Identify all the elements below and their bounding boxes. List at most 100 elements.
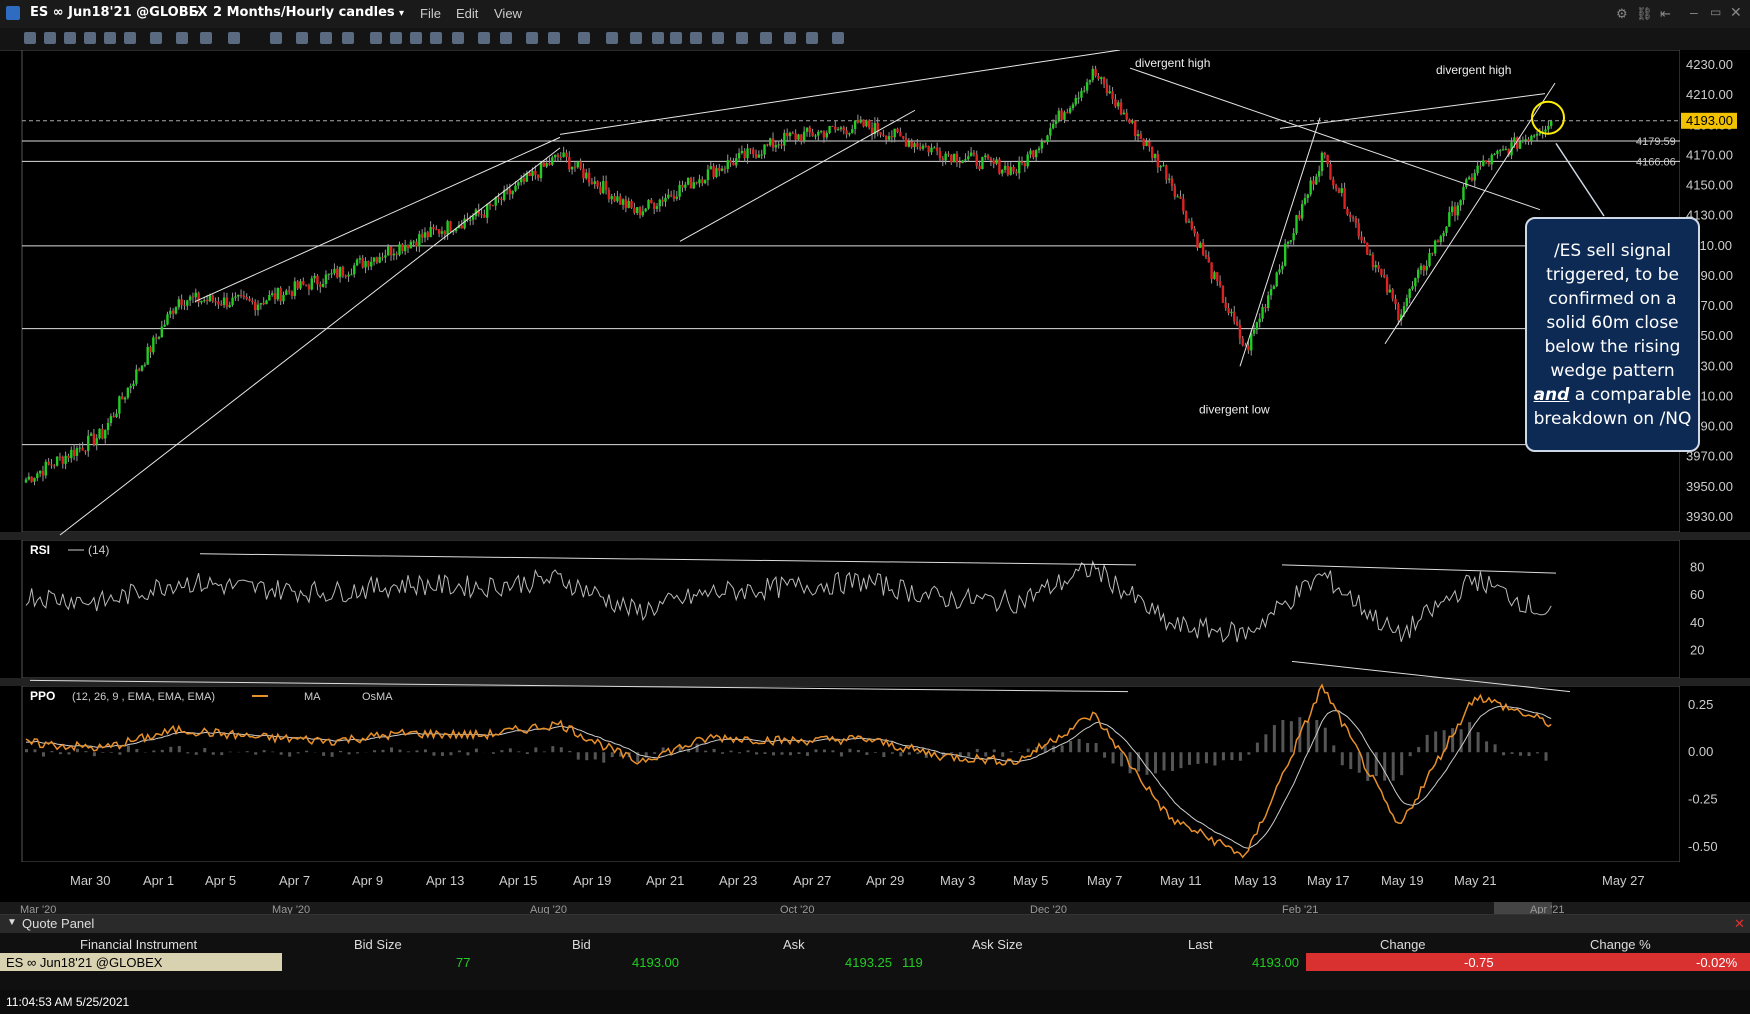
toolbar-tool-icon[interactable] [44,32,56,44]
toolbar-tool-icon[interactable] [526,32,538,44]
candle [1504,148,1508,150]
symbol-dropdown-icon[interactable]: ▾ [194,8,199,19]
toolbar-tool-icon[interactable] [690,32,702,44]
candle [38,470,42,474]
menu-file[interactable]: File [420,6,441,21]
candle [636,207,639,213]
pin-icon[interactable]: ⇤ [1660,6,1671,22]
navigator[interactable] [0,902,1750,914]
candle [234,296,237,298]
osma-bar [695,743,699,753]
candle [401,244,404,252]
candle [1235,321,1239,326]
panel-splitter[interactable] [0,678,1750,686]
minimize-icon[interactable]: – [1690,4,1698,20]
candle [1349,214,1352,218]
candle [1493,153,1496,155]
toolbar-tool-icon[interactable] [150,32,162,44]
col-last[interactable]: Last [1188,937,1213,952]
candle [933,147,936,149]
col-ask-size[interactable]: Ask Size [972,937,1023,952]
candle [344,275,347,277]
toolbar-tool-icon[interactable] [452,32,464,44]
collapse-icon[interactable]: ▼ [7,917,17,928]
toolbar-tool-icon[interactable] [670,32,682,44]
candle [568,157,571,170]
toolbar-tool-icon[interactable] [390,32,402,44]
candle [1063,112,1066,120]
osma-bar [254,752,258,755]
col-ask[interactable]: Ask [783,937,805,952]
candle [735,158,738,166]
period-label[interactable]: 2 Months/Hourly candles [213,5,395,20]
toolbar-tool-icon[interactable] [832,32,844,44]
close-icon[interactable]: ✕ [1730,4,1742,21]
toolbar-tool-icon[interactable] [410,32,422,44]
period-dropdown-icon[interactable]: ▾ [399,8,404,19]
candle [1482,160,1485,167]
osma-bar [1179,752,1183,769]
candle [675,196,679,199]
candle [1213,272,1216,280]
toolbar-tool-icon[interactable] [712,32,724,44]
toolbar-tool-icon[interactable] [342,32,354,44]
price-chart[interactable]: 4230.004210.004190.004170.004150.004130.… [0,50,1750,914]
maximize-icon[interactable]: ▭ [1710,5,1721,19]
settings-icon[interactable]: ⚙ [1616,6,1628,22]
rsi-tick-label: 80 [1690,560,1704,575]
osma-bar [1510,752,1514,754]
toolbar-tool-icon[interactable] [500,32,512,44]
symbol-label[interactable]: ES ∞ Jun18'21 @GLOBEX [30,5,208,20]
toolbar-tool-icon[interactable] [104,32,116,44]
col-change[interactable]: Change [1380,937,1426,952]
toolbar-tool-icon[interactable] [228,32,240,44]
osma-bar [772,752,776,756]
col-change-pct[interactable]: Change % [1590,937,1651,952]
toolbar-tool-icon[interactable] [760,32,772,44]
candle [1527,139,1530,141]
osma-bar [41,752,45,757]
osma-bar [1103,752,1107,758]
toolbar-tool-icon[interactable] [296,32,308,44]
menu-edit[interactable]: Edit [456,6,478,21]
toolbar-tool-icon[interactable] [548,32,560,44]
candle [418,234,421,247]
toolbar-tool-icon[interactable] [430,32,442,44]
toolbar-tool-icon[interactable] [320,32,332,44]
candle [106,423,110,431]
toolbar-tool-icon[interactable] [124,32,136,44]
col-bid-size[interactable]: Bid Size [354,937,402,952]
toolbar-tool-icon[interactable] [606,32,618,44]
toolbar-tool-icon[interactable] [630,32,642,44]
menu-view[interactable]: View [494,6,522,21]
candle [1100,77,1103,79]
panel-splitter[interactable] [0,532,1750,540]
osma-bar [491,752,495,754]
candle [1286,241,1290,244]
toolbar-tool-icon[interactable] [806,32,818,44]
toolbar-tool-icon[interactable] [652,32,664,44]
quote-close-icon[interactable]: ✕ [1734,916,1745,932]
toolbar-tool-icon[interactable] [784,32,796,44]
toolbar-tool-icon[interactable] [478,32,490,44]
col-instrument[interactable]: Financial Instrument [80,937,197,952]
candle [406,245,410,249]
osma-bar [907,752,911,755]
osma-bar [542,751,546,753]
toolbar-tool-icon[interactable] [370,32,382,44]
link-icon[interactable]: ⛓ [1636,6,1653,22]
col-bid[interactable]: Bid [572,937,591,952]
toolbar-tool-icon[interactable] [84,32,96,44]
candle [222,297,226,306]
toolbar-tool-icon[interactable] [736,32,748,44]
toolbar-tool-icon[interactable] [64,32,76,44]
toolbar-tool-icon[interactable] [176,32,188,44]
toolbar-tool-icon[interactable] [200,32,212,44]
callout-line-7: and a comparable [1527,383,1698,407]
osma-bar [271,751,275,753]
toolbar-tool-icon[interactable] [578,32,590,44]
toolbar-tool-icon[interactable] [270,32,282,44]
toolbar-tool-icon[interactable] [24,32,36,44]
quote-row[interactable]: ES ∞ Jun18'21 @GLOBEX 77 4193.00 4193.25… [0,953,1750,971]
osma-bar [848,748,852,753]
